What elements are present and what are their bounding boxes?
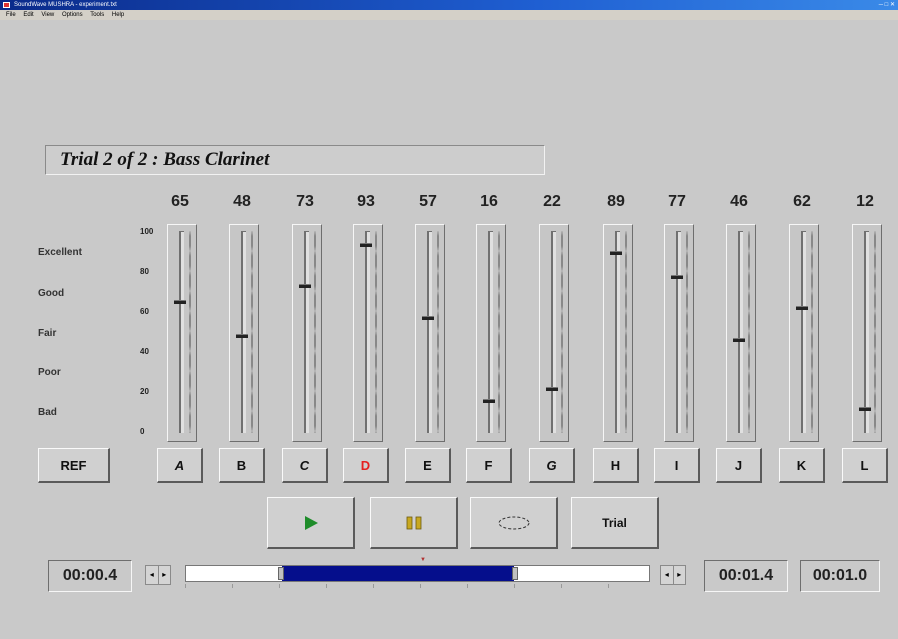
slider-d[interactable] [353,224,383,442]
tick-0: 0 [140,427,145,436]
app-icon [3,2,10,8]
tick-80: 80 [140,267,149,276]
score-k: 62 [793,193,811,210]
slider-f[interactable] [476,224,506,442]
score-e: 57 [419,193,437,210]
menu-edit[interactable]: Edit [23,12,33,18]
left-arrow-icon[interactable]: ◂ [146,566,159,584]
end-spinner[interactable]: ◂ ▸ [660,565,686,585]
sample-button-k[interactable]: K [779,448,825,483]
slider-c[interactable] [292,224,322,442]
score-h: 89 [607,193,625,210]
slider-thumb[interactable] [236,334,248,339]
tick-100: 100 [140,227,154,236]
menu-bar: File Edit View Options Tools Help [0,10,898,20]
slider-thumb[interactable] [610,251,622,256]
grade-excellent: Excellent [38,247,82,258]
slider-thumb[interactable] [174,299,186,304]
slider-thumb[interactable] [859,406,871,411]
slider-thumb[interactable] [422,315,434,320]
ref-button[interactable]: REF [38,448,110,483]
grade-good: Good [38,288,65,299]
sample-button-a[interactable]: A [157,448,203,483]
menu-view[interactable]: View [41,12,54,18]
sample-button-f[interactable]: F [466,448,512,483]
timeline-ticks [185,584,650,588]
duration-time: 00:01.0 [800,560,880,592]
slider-i[interactable] [664,224,694,442]
grade-fair: Fair [38,328,57,339]
slider-thumb[interactable] [360,243,372,248]
score-g: 22 [543,193,561,210]
right-arrow-icon[interactable]: ▸ [158,566,170,584]
playhead-marker-icon: ▼ [420,557,426,563]
slider-thumb[interactable] [671,275,683,280]
window-controls[interactable]: ─ □ ✕ [879,1,895,9]
score-i: 77 [668,193,686,210]
slider-a[interactable] [167,224,197,442]
sample-button-j[interactable]: J [716,448,762,483]
score-c: 73 [296,193,314,210]
tick-60: 60 [140,307,149,316]
sample-button-i[interactable]: I [654,448,700,483]
grade-poor: Poor [38,367,61,378]
slider-h[interactable] [603,224,633,442]
start-spinner[interactable]: ◂ ▸ [145,565,171,585]
play-icon [304,515,318,530]
pause-button[interactable] [370,497,458,549]
slider-thumb[interactable] [733,338,745,343]
slider-thumb[interactable] [546,386,558,391]
slider-l[interactable] [852,224,882,442]
loop-end-time: 00:01.4 [704,560,788,592]
sample-button-d[interactable]: D [343,448,389,483]
sample-button-l[interactable]: L [842,448,888,483]
tick-40: 40 [140,347,149,356]
slider-j[interactable] [726,224,756,442]
menu-tools[interactable]: Tools [90,12,104,18]
grade-bad: Bad [38,407,57,418]
tick-20: 20 [140,387,149,396]
sample-button-g[interactable]: G [529,448,575,483]
slider-thumb[interactable] [796,305,808,310]
slider-b[interactable] [229,224,259,442]
score-l: 12 [856,193,874,210]
slider-k[interactable] [789,224,819,442]
sample-button-b[interactable]: B [219,448,265,483]
sample-button-c[interactable]: C [282,448,328,483]
trial-button[interactable]: Trial [571,497,659,549]
score-d: 93 [357,193,375,210]
loop-selection[interactable] [278,566,518,581]
loop-icon [498,516,529,529]
slider-e[interactable] [415,224,445,442]
menu-options[interactable]: Options [62,12,83,18]
trial-title: Trial 2 of 2 : Bass Clarinet [45,145,545,175]
sample-button-e[interactable]: E [405,448,451,483]
loop-start-handle[interactable] [278,567,284,580]
right-arrow-icon[interactable]: ▸ [673,566,685,584]
score-j: 46 [730,193,748,210]
menu-file[interactable]: File [6,12,16,18]
score-a: 65 [171,193,189,210]
loop-button[interactable] [470,497,558,549]
score-b: 48 [233,193,251,210]
sample-button-h[interactable]: H [593,448,639,483]
slider-thumb[interactable] [299,283,311,288]
pause-icon [406,516,421,529]
play-button[interactable] [267,497,355,549]
score-f: 16 [480,193,498,210]
window-title-bar: SoundWave MUSHRA - experiment.txt [0,0,898,10]
window-title: SoundWave MUSHRA - experiment.txt [14,2,117,8]
menu-help[interactable]: Help [112,12,124,18]
left-arrow-icon[interactable]: ◂ [661,566,674,584]
timeline-bar[interactable] [185,565,650,582]
slider-thumb[interactable] [483,398,495,403]
loop-end-handle[interactable] [512,567,518,580]
slider-g[interactable] [539,224,569,442]
current-time: 00:00.4 [48,560,132,592]
